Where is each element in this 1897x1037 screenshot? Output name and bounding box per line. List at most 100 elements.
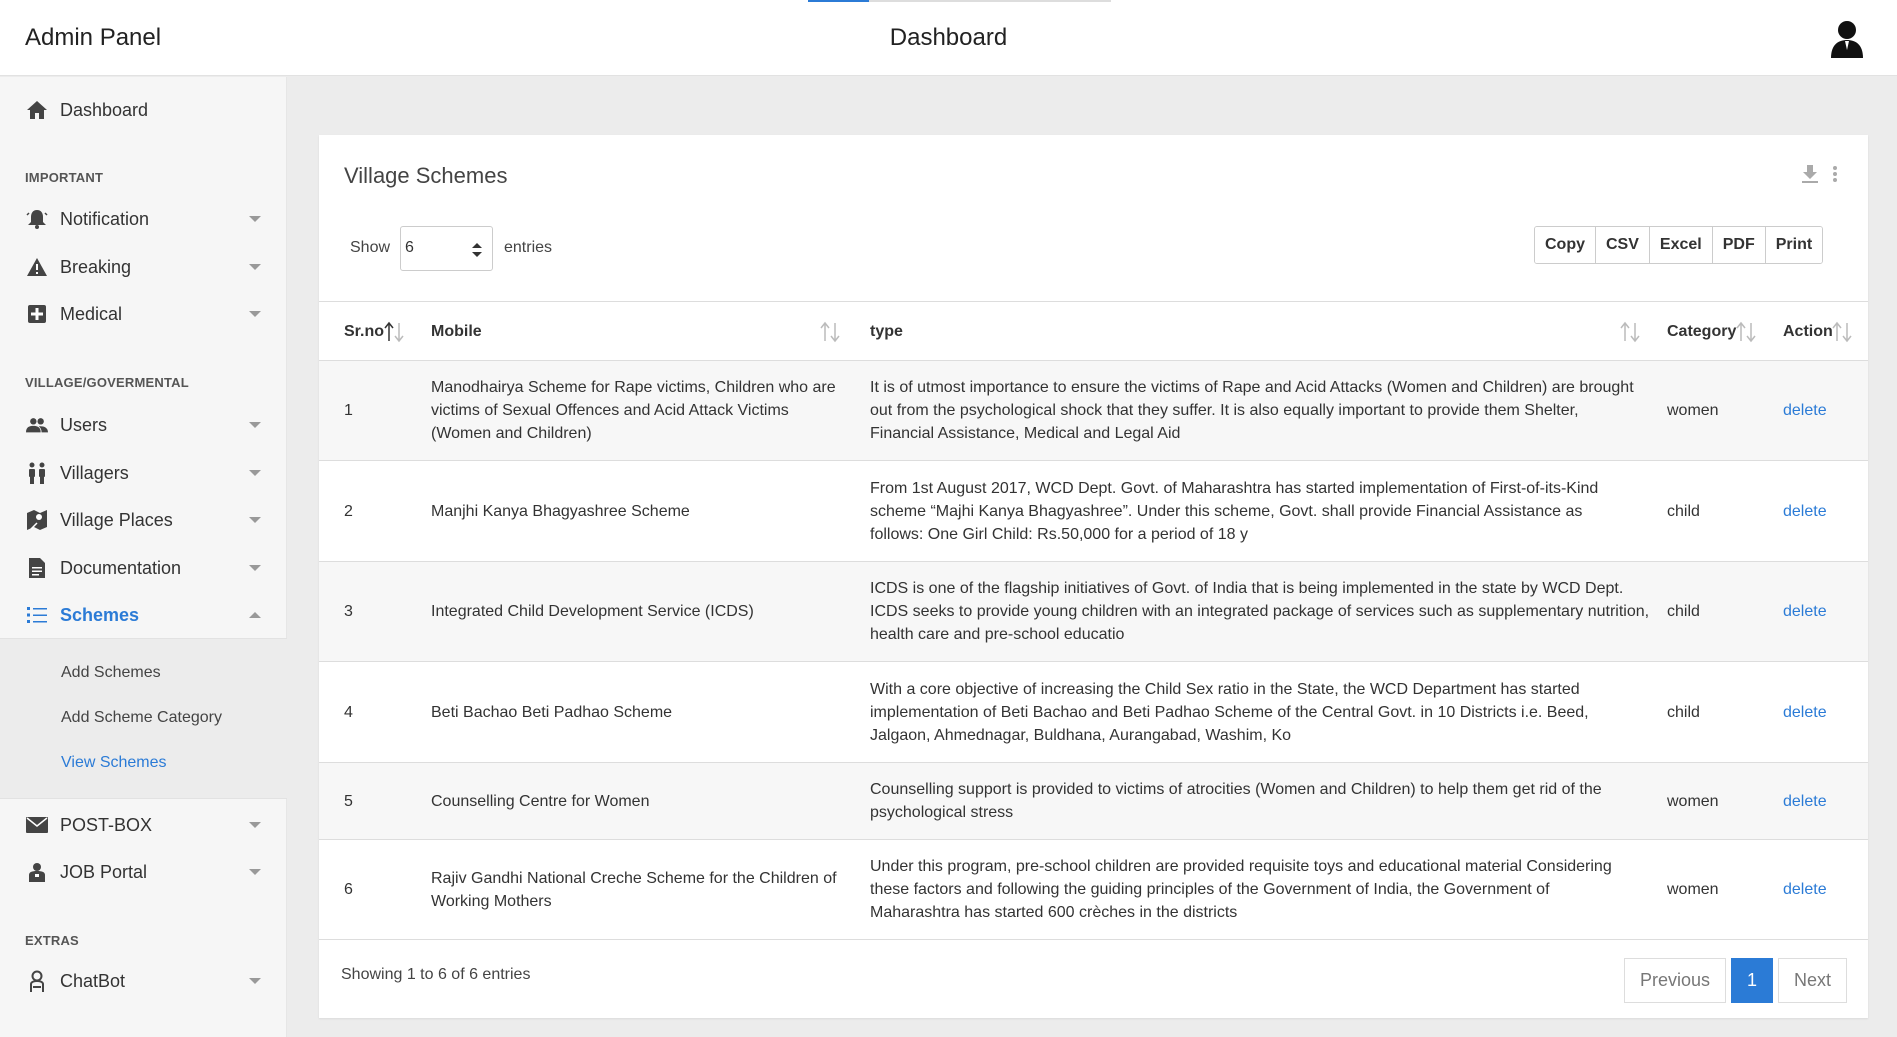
column-header-type[interactable]: type bbox=[870, 302, 903, 361]
delete-link[interactable]: delete bbox=[1783, 763, 1827, 839]
next-button[interactable]: Next bbox=[1777, 958, 1847, 1003]
column-header-category[interactable]: Category bbox=[1667, 302, 1736, 361]
delete-link[interactable]: delete bbox=[1783, 361, 1827, 460]
schemes-table: Sr.no Mobile type Category Action 1 Mano… bbox=[319, 301, 1868, 940]
sidebar-item-village-places[interactable]: Village Places bbox=[0, 500, 287, 540]
cell-category: child bbox=[1667, 703, 1700, 721]
section-label-extras: EXTRAS bbox=[25, 933, 79, 948]
chevron-down-icon bbox=[249, 264, 261, 270]
sidebar-item-documentation[interactable]: Documentation bbox=[0, 548, 287, 588]
sidebar-item-villagers[interactable]: Villagers bbox=[0, 453, 287, 493]
entries-label: entries bbox=[504, 239, 553, 256]
chevron-down-icon bbox=[249, 216, 261, 222]
cell-type: Under this program, pre-school children … bbox=[870, 858, 1612, 921]
sort-both-icon[interactable] bbox=[1735, 321, 1757, 343]
cell-mobile: Counselling Centre for Women bbox=[431, 792, 650, 810]
copy-button[interactable]: Copy bbox=[1535, 227, 1596, 263]
select-arrows-icon bbox=[472, 243, 482, 262]
table-row: 6 Rajiv Gandhi National Creche Scheme fo… bbox=[319, 840, 1868, 940]
submenu-add-schemes[interactable]: Add Schemes bbox=[61, 664, 161, 682]
sidebar-item-breaking[interactable]: Breaking bbox=[0, 247, 287, 287]
cell-type: Counselling support is provided to victi… bbox=[870, 781, 1602, 821]
entries-select[interactable]: 6 bbox=[400, 226, 493, 271]
sidebar-item-label: Medical bbox=[60, 303, 123, 324]
excel-button[interactable]: Excel bbox=[1649, 227, 1713, 263]
more-vertical-icon[interactable] bbox=[1832, 165, 1838, 188]
sidebar: Dashboard IMPORTANT Notification Breakin… bbox=[0, 77, 287, 1037]
user-icon[interactable] bbox=[1829, 20, 1865, 58]
worker-icon bbox=[26, 861, 48, 883]
delete-link[interactable]: delete bbox=[1783, 662, 1827, 762]
chevron-down-icon bbox=[249, 470, 261, 476]
submenu-view-schemes[interactable]: View Schemes bbox=[61, 754, 167, 772]
sort-both-icon[interactable] bbox=[1831, 321, 1853, 343]
download-icon[interactable] bbox=[1802, 165, 1818, 188]
cell-mobile: Integrated Child Development Service (IC… bbox=[431, 603, 754, 620]
chevron-up-icon bbox=[249, 612, 261, 618]
robot-icon bbox=[26, 970, 48, 992]
people-icon bbox=[26, 462, 48, 484]
top-header: Admin Panel Dashboard bbox=[0, 0, 1897, 76]
sidebar-item-label: Villagers bbox=[60, 462, 129, 483]
sidebar-item-label: Schemes bbox=[60, 604, 140, 625]
chevron-down-icon bbox=[249, 978, 261, 984]
delete-link[interactable]: delete bbox=[1783, 461, 1827, 561]
cell-srno: 2 bbox=[344, 502, 353, 520]
sidebar-item-chatbot[interactable]: ChatBot bbox=[0, 961, 287, 1001]
cell-category: child bbox=[1667, 502, 1700, 520]
bell-icon bbox=[26, 208, 48, 230]
cell-srno: 4 bbox=[344, 703, 353, 721]
cell-type: From 1st August 2017, WCD Dept. Govt. of… bbox=[870, 479, 1599, 543]
sidebar-item-label: Documentation bbox=[60, 557, 182, 578]
sidebar-item-label: POST-BOX bbox=[60, 814, 153, 835]
cell-category: women bbox=[1667, 402, 1719, 419]
loading-bar-fill bbox=[808, 0, 869, 2]
map-pin-icon bbox=[26, 509, 48, 531]
card-tools bbox=[1802, 165, 1838, 188]
medical-plus-icon bbox=[26, 303, 48, 325]
pdf-button[interactable]: PDF bbox=[1712, 227, 1766, 263]
delete-link[interactable]: delete bbox=[1783, 840, 1827, 939]
section-label-important: IMPORTANT bbox=[25, 170, 104, 185]
chevron-down-icon bbox=[249, 565, 261, 571]
sidebar-item-dashboard[interactable]: Dashboard bbox=[0, 90, 287, 130]
column-header-mobile[interactable]: Mobile bbox=[431, 302, 482, 361]
pagination: Previous 1 Next bbox=[1619, 958, 1847, 1003]
chevron-down-icon bbox=[249, 517, 261, 523]
column-header-srno[interactable]: Sr.no bbox=[344, 302, 384, 361]
cell-type: It is of utmost importance to ensure the… bbox=[870, 379, 1634, 442]
cell-srno: 6 bbox=[344, 881, 353, 898]
sort-both-icon[interactable] bbox=[819, 321, 841, 343]
column-header-action[interactable]: Action bbox=[1783, 302, 1833, 361]
cell-mobile: Beti Bachao Beti Padhao Scheme bbox=[431, 703, 673, 721]
sidebar-item-users[interactable]: Users bbox=[0, 405, 287, 445]
sidebar-item-medical[interactable]: Medical bbox=[0, 294, 287, 334]
section-label-village: VILLAGE/GOVERMENTAL bbox=[25, 375, 189, 390]
schemes-card: Village Schemes Show 6 entries Copy CSV … bbox=[319, 135, 1868, 1018]
table-row: 4 Beti Bachao Beti Padhao Scheme With a … bbox=[319, 662, 1868, 763]
previous-button[interactable]: Previous bbox=[1623, 958, 1726, 1003]
mail-icon bbox=[26, 814, 48, 836]
cell-type: With a core objective of increasing the … bbox=[870, 680, 1589, 744]
csv-button[interactable]: CSV bbox=[1596, 227, 1650, 263]
page-title: Dashboard bbox=[889, 24, 1008, 51]
sort-both-icon[interactable] bbox=[1619, 321, 1641, 343]
cell-mobile: Manjhi Kanya Bhagyashree Scheme bbox=[431, 502, 690, 520]
sidebar-item-post-box[interactable]: POST-BOX bbox=[0, 805, 287, 845]
delete-link[interactable]: delete bbox=[1783, 562, 1827, 661]
sidebar-item-schemes[interactable]: Schemes bbox=[0, 595, 287, 635]
cell-srno: 1 bbox=[344, 402, 353, 419]
sidebar-item-label: Village Places bbox=[60, 509, 173, 530]
cell-category: women bbox=[1667, 881, 1719, 898]
table-header: Sr.no Mobile type Category Action bbox=[319, 302, 1868, 361]
sidebar-item-job-portal[interactable]: JOB Portal bbox=[0, 852, 287, 892]
cell-mobile: Manodhairya Scheme for Rape victims, Chi… bbox=[431, 379, 836, 442]
table-row: 3 Integrated Child Development Service (… bbox=[319, 562, 1868, 662]
page-1-button[interactable]: 1 bbox=[1730, 958, 1773, 1003]
chevron-down-icon bbox=[249, 422, 261, 428]
sidebar-item-notification[interactable]: Notification bbox=[0, 199, 287, 239]
print-button[interactable]: Print bbox=[1765, 227, 1823, 263]
chevron-down-icon bbox=[249, 869, 261, 875]
sort-asc-active-icon[interactable] bbox=[383, 321, 405, 343]
submenu-add-scheme-category[interactable]: Add Scheme Category bbox=[61, 709, 222, 727]
